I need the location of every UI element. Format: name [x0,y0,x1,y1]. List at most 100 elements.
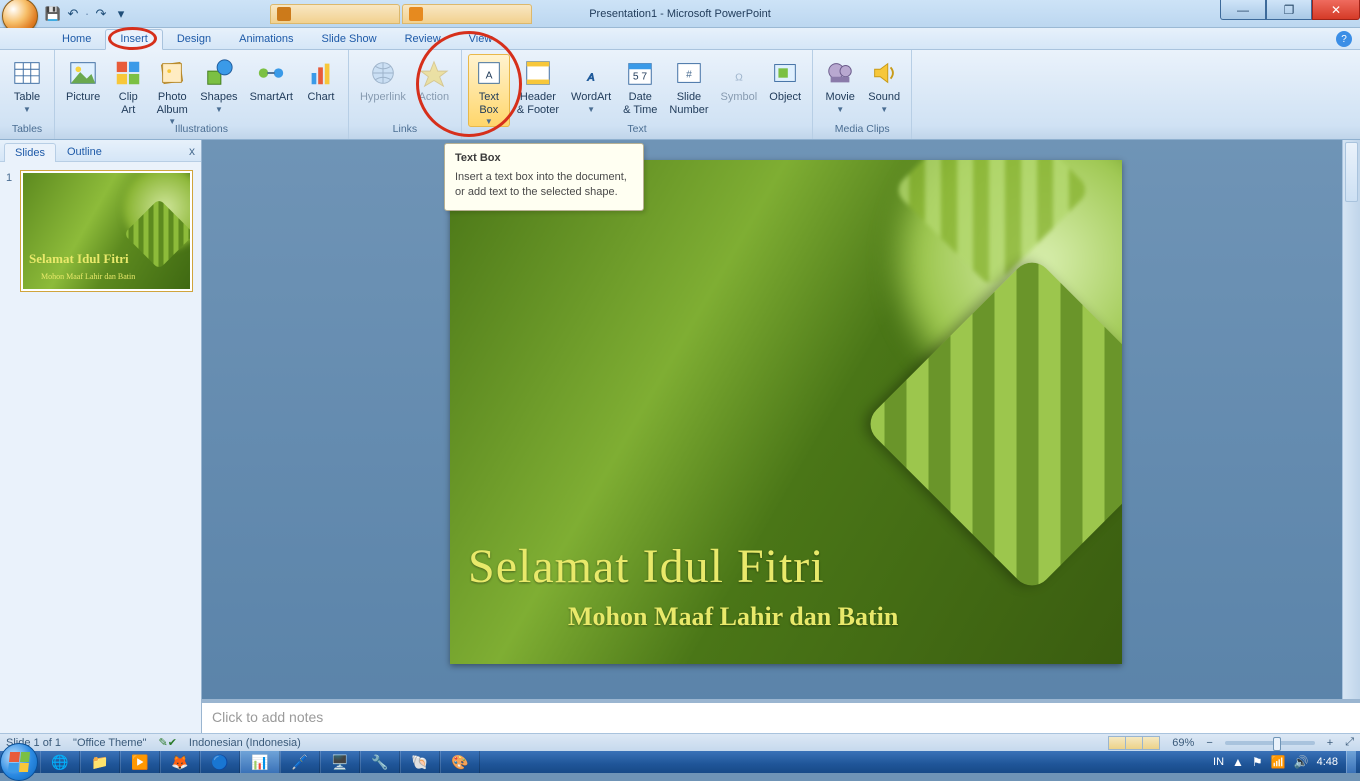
tab-outline[interactable]: Outline [56,142,113,161]
table-icon [11,57,43,89]
fit-to-window-button[interactable]: ⤢ [1345,736,1354,749]
action-icon [418,57,450,89]
tab-slides[interactable]: Slides [4,143,56,162]
slide-title: Selamat Idul Fitri [468,539,825,594]
close-button[interactable]: ✕ [1312,0,1360,20]
view-buttons [1109,736,1160,750]
tray-lang[interactable]: IN [1213,756,1224,768]
zoom-slider[interactable] [1225,741,1315,745]
picture-button[interactable]: Picture [61,54,105,105]
taskbar-firefox-icon[interactable]: 🦊 [160,751,200,773]
qat-save-icon[interactable]: 💾 [44,5,62,23]
group-text: AText Box▼ Header & Footer AWordArt▼ 5 7… [462,50,813,139]
slidenumber-button[interactable]: #Slide Number [664,54,713,117]
tab-view[interactable]: View [455,30,507,49]
spellcheck-icon[interactable]: ✎✔ [158,736,176,749]
show-desktop-button[interactable] [1346,751,1356,773]
zoom-in-button[interactable]: + [1327,737,1333,749]
tab-home[interactable]: Home [48,30,105,49]
taskbar-app-icon[interactable]: 🔧 [360,751,400,773]
tray-up-icon[interactable]: ▲ [1232,755,1244,769]
help-icon[interactable]: ? [1336,31,1352,47]
view-slideshow-button[interactable] [1142,736,1160,750]
system-tray: IN ▲ ⚑ 📶 🔊 4:48 [1213,751,1360,773]
view-normal-button[interactable] [1108,736,1126,750]
zoom-out-button[interactable]: − [1206,737,1212,749]
status-language[interactable]: Indonesian (Indonesia) [189,737,301,749]
movie-icon [824,57,856,89]
tray-network-icon[interactable]: 📶 [1271,755,1286,769]
datetime-button[interactable]: 5 7Date & Time [618,54,662,117]
taskbar-ie-icon[interactable]: 🌐 [40,751,80,773]
group-label: Links [393,123,418,137]
clipart-button[interactable]: Clip Art [107,54,149,117]
textbox-button[interactable]: AText Box▼ [468,54,510,127]
wordart-button[interactable]: AWordArt▼ [566,54,616,115]
taskbar-app-icon[interactable]: 🖊️ [280,751,320,773]
thumb-subtitle: Mohon Maaf Lahir dan Batin [41,272,135,281]
taskbar-app-icon[interactable]: 🖥️ [320,751,360,773]
thumbnail-list: 1 Selamat Idul Fitri Mohon Maaf Lahir da… [0,162,201,300]
svg-text:A: A [587,73,595,84]
close-pane-icon[interactable]: x [189,144,195,158]
picture-icon [67,57,99,89]
action-button[interactable]: Action [413,54,455,105]
tray-flag-icon[interactable]: ⚑ [1252,755,1263,769]
table-button[interactable]: Table▼ [6,54,48,115]
datetime-icon: 5 7 [624,57,656,89]
movie-button[interactable]: Movie▼ [819,54,861,115]
shapes-button[interactable]: Shapes▼ [195,54,242,115]
start-button[interactable] [0,743,38,781]
tab-insert[interactable]: Insert [105,29,163,50]
tab-animations[interactable]: Animations [225,30,307,49]
photoalbum-button[interactable]: Photo Album▼ [151,54,193,127]
group-illustrations: Picture Clip Art Photo Album▼ Shapes▼ Sm… [55,50,349,139]
taskbar-paint-icon[interactable]: 🎨 [440,751,480,773]
thumb-preview: Selamat Idul Fitri Mohon Maaf Lahir dan … [23,173,190,289]
work-area: Slides Outline x 1 Selamat Idul Fitri Mo… [0,140,1360,733]
chart-button[interactable]: Chart [300,54,342,105]
taskbar-media-icon[interactable]: ▶️ [120,751,160,773]
symbol-button[interactable]: ΩSymbol [716,54,763,105]
thumb-number: 1 [6,172,12,184]
sound-button[interactable]: Sound▼ [863,54,905,115]
hyperlink-button[interactable]: Hyperlink [355,54,411,105]
taskbar-chrome-icon[interactable]: 🔵 [200,751,240,773]
tray-clock[interactable]: 4:48 [1317,756,1338,768]
smartart-button[interactable]: SmartArt [245,54,298,105]
clipart-icon [112,57,144,89]
maximize-button[interactable]: ❐ [1266,0,1312,20]
tooltip-body: Insert a text box into the document, or … [455,170,633,200]
taskbar: 🌐 📁 ▶️ 🦊 🔵 📊 🖊️ 🖥️ 🔧 🐚 🎨 IN ▲ ⚑ 📶 🔊 4:48 [0,751,1360,773]
textbox-icon: A [473,57,505,89]
zoom-percent[interactable]: 69% [1172,737,1194,749]
qat-sep: · [84,5,90,23]
group-links: Hyperlink Action Links [349,50,462,139]
qat-undo-icon[interactable]: ↶ [64,5,82,23]
scroll-thumb[interactable] [1345,142,1358,202]
status-bar: Slide 1 of 1 "Office Theme" ✎✔ Indonesia… [0,733,1360,751]
favicon-icon [409,7,423,21]
taskbar-explorer-icon[interactable]: 📁 [80,751,120,773]
view-sorter-button[interactable] [1125,736,1143,750]
tab-slideshow[interactable]: Slide Show [308,30,391,49]
qat-redo-icon[interactable]: ↷ [92,5,110,23]
browser-tab[interactable] [402,4,532,24]
object-button[interactable]: Object [764,54,806,105]
taskbar-app-icon[interactable]: 🐚 [400,751,440,773]
qat-more-icon[interactable]: ▾ [112,5,130,23]
slide-canvas-area[interactable]: Selamat Idul Fitri Mohon Maaf Lahir dan … [202,140,1360,733]
hyperlink-icon [367,57,399,89]
tab-design[interactable]: Design [163,30,225,49]
thumb-title: Selamat Idul Fitri [29,251,129,267]
slide[interactable]: Selamat Idul Fitri Mohon Maaf Lahir dan … [450,160,1122,664]
notes-pane[interactable]: Click to add notes [202,699,1360,733]
tab-review[interactable]: Review [391,30,455,49]
slide-thumbnail[interactable]: Selamat Idul Fitri Mohon Maaf Lahir dan … [20,170,193,292]
minimize-button[interactable]: — [1220,0,1266,20]
browser-tab[interactable] [270,4,400,24]
tray-volume-icon[interactable]: 🔊 [1294,755,1309,769]
vertical-scrollbar[interactable] [1342,140,1360,699]
headerfooter-button[interactable]: Header & Footer [512,54,564,117]
taskbar-powerpoint-icon[interactable]: 📊 [240,751,280,773]
